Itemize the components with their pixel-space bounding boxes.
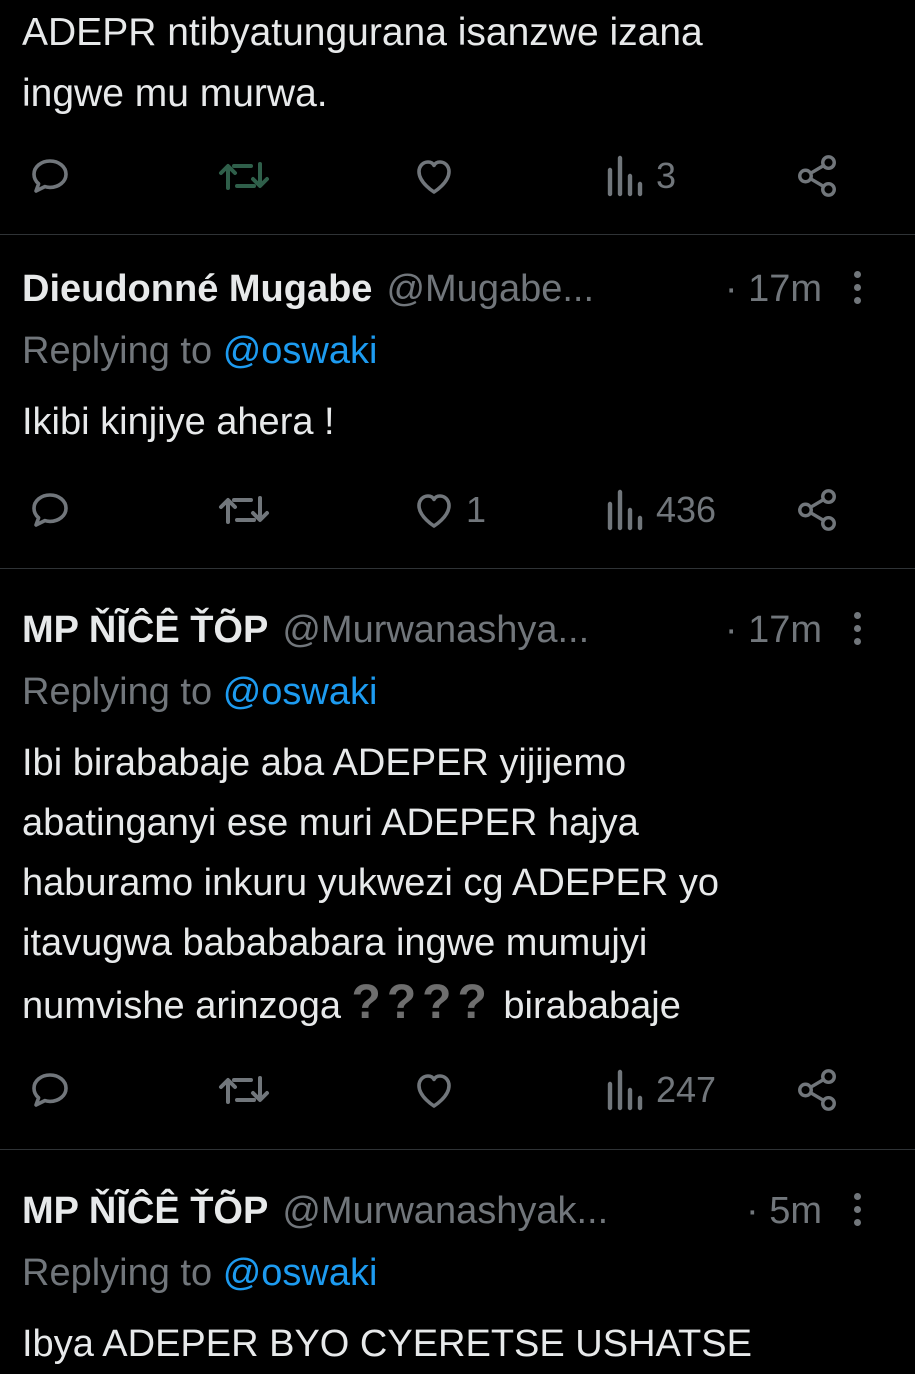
tweet-text: Ibi birababaje aba ADEPER yijijemo abati… [22, 733, 902, 1036]
views-button[interactable]: 3 [604, 146, 676, 206]
replying-to: Replying to @oswaki [22, 1243, 377, 1303]
timestamp[interactable]: · 17m [714, 267, 822, 311]
replying-to: Replying to @oswaki [22, 662, 377, 722]
reply-button[interactable] [26, 480, 74, 540]
more-options-icon[interactable] [847, 267, 867, 311]
retweet-icon [219, 1076, 269, 1104]
like-button[interactable] [410, 1060, 458, 1120]
share-button[interactable] [794, 146, 840, 206]
views-icon [607, 489, 643, 531]
tweet-text-line: abatinganyi ese muri ADEPER hajya [22, 802, 639, 844]
views-icon [607, 1069, 643, 1111]
timestamp[interactable]: · 17m [714, 608, 822, 652]
author-handle[interactable]: @Murwanashya... [282, 609, 589, 652]
divider [0, 568, 915, 569]
views-icon [607, 155, 643, 197]
divider [0, 234, 915, 235]
share-icon [798, 1069, 836, 1111]
question-marks-emoji: ???? [351, 976, 493, 1029]
author-handle[interactable]: @Mugabe... [386, 268, 594, 311]
tweet-header: Dieudonné Mugabe @Mugabe... · 17m [22, 259, 822, 319]
tweet-text-line: Ibi birababaje aba ADEPER yijijemo [22, 742, 627, 784]
mention-link[interactable]: @oswaki [223, 671, 378, 713]
views-count: 247 [656, 1069, 717, 1110]
retweet-button[interactable] [218, 480, 270, 540]
tweet-text-line: itavugwa babababara ingwe mumujyi [22, 922, 648, 964]
tweet-text-line: haburamo inkuru yukwezi cg ADEPER yo [22, 862, 719, 904]
tweet-actions: 3 [0, 146, 915, 206]
replying-label: Replying to [22, 671, 213, 713]
mention-link[interactable]: @oswaki [223, 330, 378, 372]
share-button[interactable] [794, 1060, 840, 1120]
replying-to: Replying to @oswaki [22, 321, 377, 381]
like-button[interactable]: 1 [410, 480, 486, 540]
tweet-actions: 1 436 [0, 480, 915, 540]
more-options-icon[interactable] [847, 1189, 867, 1233]
replying-label: Replying to [22, 1252, 213, 1294]
reply-button[interactable] [26, 1060, 74, 1120]
views-count: 3 [656, 155, 677, 196]
reply-icon [32, 159, 68, 193]
like-button[interactable] [410, 146, 458, 206]
tweet-text-line: ingwe mu murwa. [22, 72, 328, 115]
author-name[interactable]: Dieudonné Mugabe [22, 268, 372, 311]
timestamp[interactable]: · 5m [736, 1189, 822, 1233]
tweet-text-segment: numvishe arinzoga [22, 985, 341, 1027]
tweet-text-line: numvishe arinzoga ???? birababaje [22, 973, 902, 1036]
retweet-button[interactable] [218, 1060, 270, 1120]
retweet-icon [219, 162, 269, 190]
share-button[interactable] [794, 480, 840, 540]
tweet-text: Ibya ADEPER BYO CYERETSE USHATSE [22, 1314, 902, 1374]
divider [0, 1149, 915, 1150]
tweet-text-line: Ikibi kinjiye ahera ! [22, 401, 335, 443]
tweet-actions: 247 [0, 1060, 915, 1120]
heart-icon [417, 494, 451, 528]
tweet-header: MP ŇĨĈÊ ŤÕP @Murwanashya... · 17m [22, 600, 822, 660]
more-options-icon[interactable] [847, 608, 867, 652]
heart-icon [417, 160, 451, 194]
reply-icon [32, 1073, 68, 1107]
share-icon [798, 155, 836, 197]
share-icon [798, 489, 836, 531]
reply-icon [32, 493, 68, 527]
tweet-header: MP ŇĨĈÊ ŤÕP @Murwanashyak... · 5m [22, 1181, 822, 1241]
retweet-icon [219, 496, 269, 524]
author-name[interactable]: MP ŇĨĈÊ ŤÕP [22, 609, 268, 652]
retweet-button[interactable] [218, 146, 270, 206]
views-count: 436 [656, 489, 717, 530]
tweet-text: Ikibi kinjiye ahera ! [22, 392, 902, 452]
tweet-text-segment: birababaje [503, 985, 681, 1027]
author-handle[interactable]: @Murwanashyak... [282, 1190, 608, 1233]
like-count: 1 [466, 489, 487, 530]
reply-button[interactable] [26, 146, 74, 206]
heart-icon [417, 1074, 451, 1108]
views-button[interactable]: 436 [604, 480, 716, 540]
mention-link[interactable]: @oswaki [223, 1252, 378, 1294]
tweet-text: ADEPR ntibyatungurana isanzwe izana ingw… [22, 2, 892, 124]
replying-label: Replying to [22, 330, 213, 372]
tweet-text-line: ADEPR ntibyatungurana isanzwe izana [22, 11, 703, 54]
views-button[interactable]: 247 [604, 1060, 716, 1120]
tweet-text-line: Ibya ADEPER BYO CYERETSE USHATSE [22, 1323, 752, 1365]
author-name[interactable]: MP ŇĨĈÊ ŤÕP [22, 1190, 268, 1233]
